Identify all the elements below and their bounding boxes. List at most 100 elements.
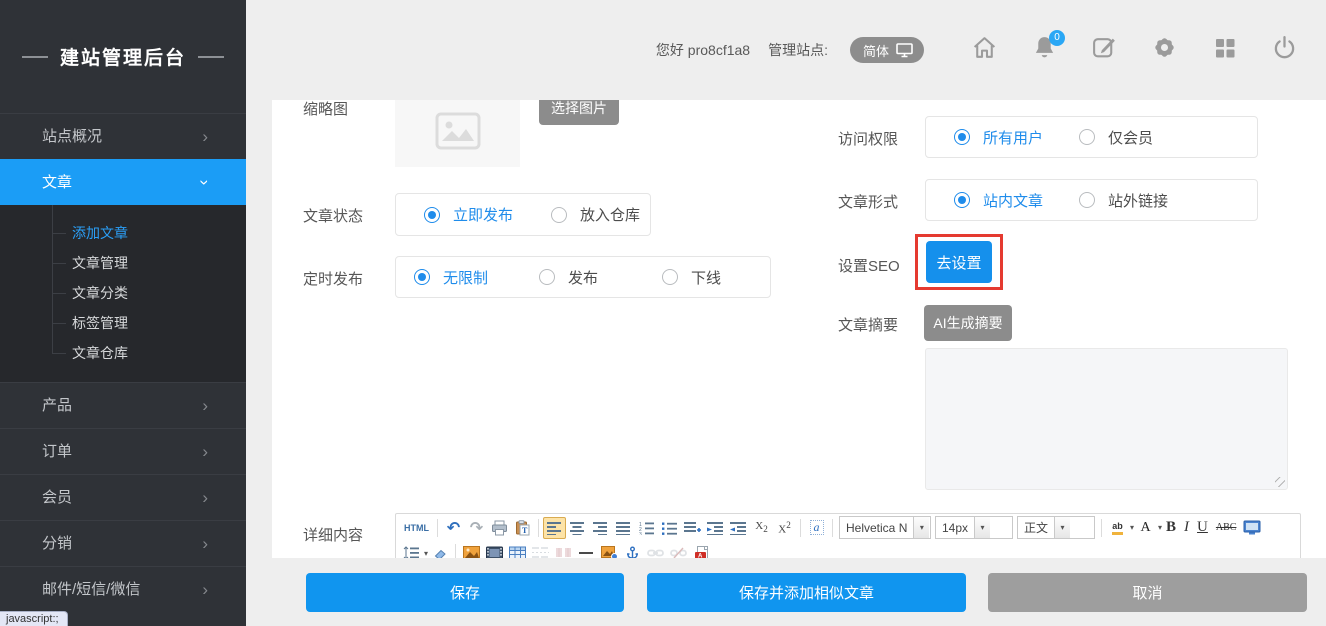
table-icon[interactable] [506,542,529,558]
toolbar-separator [437,519,438,537]
align-right-icon[interactable] [589,517,612,539]
logout-button[interactable] [1271,37,1298,64]
font-family-select[interactable]: Helvetica N▾ [839,516,931,539]
home-button[interactable] [971,37,998,64]
dropdown-arrow-icon[interactable]: ▾ [974,517,990,538]
undo-icon[interactable]: ↶ [442,517,465,539]
schedule-label: 定时发布 [303,268,363,289]
eraser-icon[interactable] [428,542,451,558]
editor-toolbar-row2: ▾A [396,540,1300,558]
radio-selected-icon [414,269,430,285]
sidebar-item-members[interactable]: 会员› [0,474,246,520]
image-map-icon[interactable] [598,542,621,558]
insert-paragraph-icon[interactable] [681,517,704,539]
settings-button[interactable] [1151,37,1178,64]
dropdown-arrow-icon[interactable]: ▾ [1054,517,1070,538]
radio-publish-time[interactable]: 发布 [539,257,598,297]
submenu-item-tag-manage[interactable]: 标签管理 [0,308,246,338]
html-source-button[interactable]: HTML [400,517,433,539]
sidebar: 建站管理后台 站点概况 › 文章 › 添加文章 文章管理 文章分类 标签管理 文… [0,0,246,626]
paste-word-icon[interactable]: T [511,517,534,539]
paragraph-format-select[interactable]: 正文▾ [1017,516,1095,539]
resize-grip-icon[interactable] [1275,477,1285,487]
grid-icon [1212,35,1238,66]
sidebar-item-site-overview[interactable]: 站点概况 › [0,113,246,159]
sidebar-item-label: 站点概况 [42,128,102,145]
align-left-icon[interactable] [543,517,566,539]
radio-members-only[interactable]: 仅会员 [1079,117,1153,157]
video-icon[interactable] [483,542,506,558]
svg-text:3: 3 [639,532,642,535]
radio-onsite-article[interactable]: 站内文章 [954,180,1043,220]
highlight-icon[interactable]: ab [1106,517,1129,539]
thumbnail-preview[interactable] [395,100,520,167]
radio-to-warehouse[interactable]: 放入仓库 [551,194,640,235]
sidebar-item-label: 文章 [42,174,72,191]
anchor-icon[interactable]: a [805,517,828,539]
radio-external-link[interactable]: 站外链接 [1079,180,1168,220]
ai-generate-summary-button[interactable]: AI生成摘要 [924,305,1012,341]
radio-publish-now[interactable]: 立即发布 [424,194,513,235]
subscript-icon[interactable]: X2 [750,517,773,539]
anchor-link-icon[interactable] [621,542,644,558]
apps-grid-button[interactable] [1211,37,1238,64]
language-pill-button[interactable]: 简体 [850,37,924,63]
image-placeholder-icon [435,112,481,155]
notifications-button[interactable]: 0 [1031,37,1058,64]
italic-button[interactable]: I [1180,517,1193,539]
dropdown-arrow-icon[interactable]: ▾ [913,517,929,538]
print-icon[interactable] [488,517,511,539]
submenu-item-article-category[interactable]: 文章分类 [0,278,246,308]
save-button[interactable]: 保存 [306,573,624,612]
compose-button[interactable] [1091,37,1118,64]
sidebar-item-products[interactable]: 产品› [0,382,246,428]
superscript-icon[interactable]: X2 [773,517,796,539]
cancel-button[interactable]: 取消 [988,573,1307,612]
submenu-item-add-article[interactable]: 添加文章 [0,218,246,248]
editor-toolbar-row1: HTML ↶↷ T 123 X2X2 a Helvetica N▾14px▾正文▾ ab ▾ A ▾… [396,514,1300,540]
sidebar-item-articles[interactable]: 文章 › [0,159,246,205]
brand-dash-right [198,56,224,58]
radio-selected-icon [424,207,440,223]
radio-no-limit[interactable]: 无限制 [414,257,488,297]
line-height-icon[interactable] [400,542,423,558]
outdent-icon[interactable] [727,517,750,539]
pdf-icon[interactable]: A [690,542,713,558]
align-justify-icon[interactable] [612,517,635,539]
submenu-item-article-manage[interactable]: 文章管理 [0,248,246,278]
bold-button[interactable]: B [1162,517,1180,539]
summary-textarea[interactable] [925,348,1288,490]
underline-button[interactable]: U [1193,517,1212,539]
content-label: 详细内容 [303,524,363,545]
ordered-list-icon[interactable]: 123 [635,517,658,539]
radio-unselected-icon [539,269,555,285]
sidebar-item-mail-sms-wechat[interactable]: 邮件/短信/微信› [0,566,246,612]
chevron-right-icon: › [202,567,208,612]
choose-image-button[interactable]: 选择图片 [539,100,619,125]
strikethrough-button[interactable]: ABC [1212,517,1241,539]
indent-icon[interactable] [704,517,727,539]
radio-unselected-icon [551,207,567,223]
horizontal-rule-icon[interactable] [575,542,598,558]
radio-all-users[interactable]: 所有用户 [954,117,1043,157]
sidebar-item-orders[interactable]: 订单› [0,428,246,474]
submenu-item-article-warehouse[interactable]: 文章仓库 [0,338,246,368]
chevron-right-icon: › [202,521,208,566]
form-footer: 保存 保存并添加相似文章 取消 [246,558,1326,626]
align-center-icon[interactable] [566,517,589,539]
chevron-down-icon: › [183,180,228,186]
save-and-add-similar-button[interactable]: 保存并添加相似文章 [647,573,966,612]
font-color-icon[interactable]: A [1134,517,1157,539]
unordered-list-icon[interactable] [658,517,681,539]
image-icon[interactable] [460,542,483,558]
fullscreen-icon[interactable] [1240,517,1263,539]
font-size-select[interactable]: 14px▾ [935,516,1013,539]
radio-offline-time[interactable]: 下线 [662,257,721,297]
page-break-icon [529,542,552,558]
seo-setup-button[interactable]: 去设置 [926,241,992,283]
radio-unselected-icon [1079,192,1095,208]
redo-icon[interactable]: ↷ [465,517,488,539]
power-icon [1271,34,1298,66]
sidebar-item-distribution[interactable]: 分销› [0,520,246,566]
compose-icon [1091,34,1118,66]
